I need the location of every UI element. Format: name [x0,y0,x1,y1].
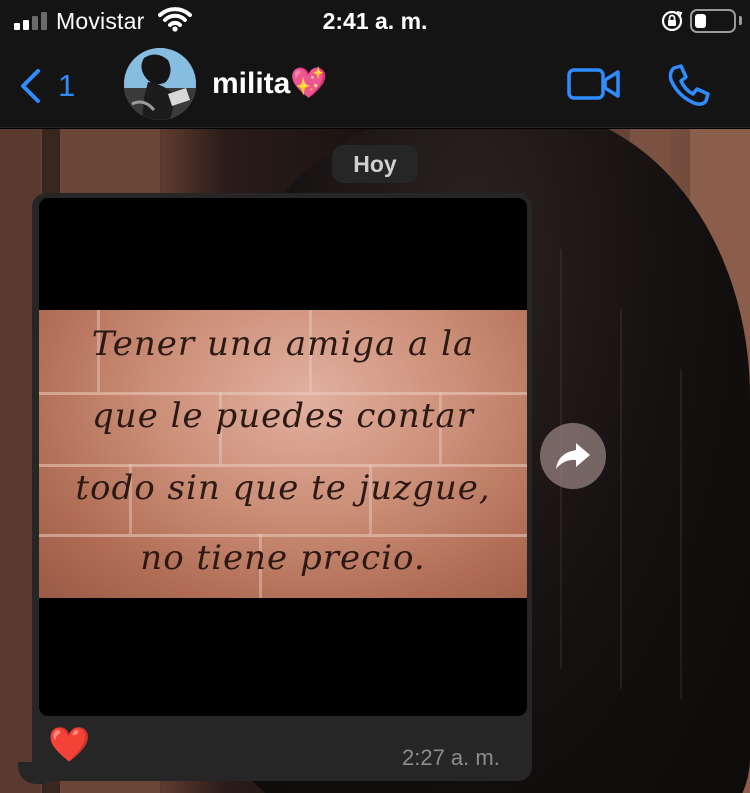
voice-call-button[interactable] [666,62,712,108]
status-time: 2:41 a. m. [322,8,428,34]
quote-line-2: que le puedes contar [92,396,474,436]
date-separator: Hoy [332,145,418,183]
avatar-photo [124,48,196,120]
contact-name[interactable]: milita💖 [212,66,328,101]
quote-line-4: no tiene precio. [140,538,426,578]
back-chevron-icon [21,69,40,103]
chat-header: 1 milita💖 [0,44,750,128]
battery-level [695,14,706,28]
status-bar: Movistar 2:41 a. m. [0,0,750,44]
forward-button[interactable] [540,423,606,489]
battery-icon [690,9,736,33]
back-button[interactable]: 1 [12,60,92,108]
quote-tile-image: Tener una amiga a la que le puedes conta… [39,310,527,598]
video-call-button[interactable] [566,66,622,102]
battery-tip [739,16,742,25]
heart-reaction[interactable]: ❤️ [48,724,90,766]
contact-avatar[interactable] [124,48,196,120]
rotation-lock-icon [661,10,683,32]
quote-line-1: Tener una amiga a la [91,324,475,364]
forward-arrow-icon [556,443,590,469]
quote-line-3: todo sin que te juzgue, [75,468,491,508]
message-image[interactable]: Tener una amiga a la que le puedes conta… [39,198,527,716]
unread-count: 1 [58,68,76,103]
message-timestamp: 2:27 a. m. [402,745,500,770]
